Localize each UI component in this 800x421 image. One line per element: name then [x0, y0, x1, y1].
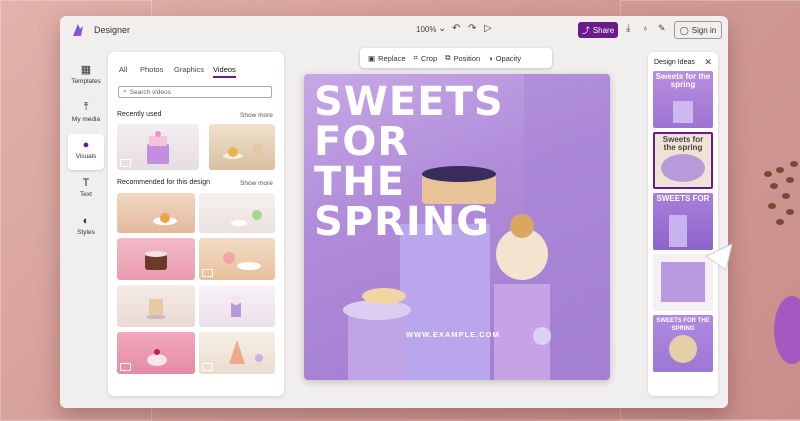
rail-text[interactable]: T Text [68, 172, 104, 208]
media-thumbnail[interactable] [117, 238, 195, 280]
search-input[interactable]: ⌕ Search videos [118, 86, 272, 98]
media-thumbnail[interactable] [199, 332, 275, 374]
design-ideas-title: Design Ideas [654, 59, 695, 66]
rail-label: Visuals [75, 153, 97, 160]
text-icon: T [82, 177, 90, 189]
visuals-panel: All Photos Graphics Videos ⌕ Search vide… [108, 52, 284, 396]
position-icon: ⧉ [445, 53, 451, 62]
chocolate-cake-image [145, 251, 167, 270]
idea-thumbnail-image [661, 154, 705, 182]
tab-all[interactable]: All [119, 65, 127, 74]
designer-window: Designer 100% ⌄ ↶ ↷ ▷ ⤴ Share ⤓ ♁ ✎ ◯ Si… [60, 16, 728, 408]
media-thumbnail[interactable] [117, 332, 195, 374]
layer-cake-image [146, 299, 166, 319]
search-icon: ⌕ [123, 88, 127, 95]
brush-icon[interactable]: ✎ [658, 23, 666, 34]
tart-image [153, 213, 177, 225]
share-label: Share [592, 25, 615, 35]
pastry-image [223, 144, 263, 159]
purple-cupcake-image [231, 295, 241, 317]
flower-decoration [774, 296, 800, 364]
crop-label: Crop [420, 53, 438, 63]
headline-line: THE [314, 159, 406, 205]
design-ideas-panel: Design Ideas ✕ Sweets for the spring Swe… [648, 52, 718, 396]
cupcake-image [231, 210, 262, 226]
opacity-button[interactable]: ◑ Opacity [488, 54, 521, 63]
close-icon[interactable]: ✕ [704, 57, 712, 68]
recommended-title: Recommended for this design [117, 179, 210, 186]
media-thumbnail[interactable] [209, 124, 275, 170]
canvas-headline[interactable]: SWEETS FOR THE SPRING [314, 82, 504, 242]
upload-icon: ⤒ [83, 101, 89, 113]
position-label: Position [453, 53, 481, 63]
ideas-icon[interactable]: ♁ [642, 23, 649, 33]
user-icon: ◯ [679, 25, 689, 35]
headline-line: SWEETS [314, 79, 504, 125]
app-title: Designer [94, 25, 131, 35]
rail-my-media[interactable]: ⤒ My media [68, 96, 104, 132]
replace-label: Replace [378, 53, 406, 63]
tab-photos[interactable]: Photos [140, 65, 163, 74]
idea-thumbnail-image [669, 335, 697, 363]
styles-icon: ◐ [82, 215, 90, 227]
show-more-link[interactable]: Show more [240, 180, 273, 187]
tab-graphics[interactable]: Graphics [174, 65, 204, 74]
designer-logo-icon [73, 24, 83, 36]
rail-visuals[interactable]: ● Visuals [68, 134, 104, 170]
media-thumbnail[interactable] [199, 193, 275, 233]
share-icon: ⤴ [581, 25, 590, 35]
rail-label: My media [71, 116, 101, 123]
video-badge-icon [202, 269, 213, 277]
visuals-icon: ● [82, 139, 90, 151]
search-placeholder: Search videos [129, 88, 171, 96]
headline-line: SPRING [314, 199, 491, 245]
title-bar: Designer 100% ⌄ ↶ ↷ ▷ ⤴ Share ⤓ ♁ ✎ ◯ Si… [60, 16, 728, 44]
replace-icon: ▣ [368, 53, 376, 63]
video-badge-icon [120, 159, 131, 167]
rail-templates[interactable]: ▦ Templates [68, 58, 104, 94]
idea-thumbnail-image [673, 101, 693, 123]
rail-styles[interactable]: ◐ Styles [68, 210, 104, 246]
opacity-icon: ◑ [488, 53, 493, 63]
zoom-dropdown-icon[interactable]: ⌄ [438, 23, 446, 34]
video-badge-icon [202, 363, 213, 371]
design-idea-card[interactable]: SWEETS FOR THE SPRING [653, 315, 713, 372]
redo-icon[interactable]: ↷ [468, 23, 476, 34]
play-icon[interactable]: ▷ [484, 23, 492, 34]
recently-used-title: Recently used [117, 111, 162, 118]
rail-label: Styles [77, 229, 95, 236]
media-thumbnail[interactable] [199, 238, 275, 280]
replace-button[interactable]: ▣ Replace [368, 54, 406, 63]
media-thumbnail[interactable] [117, 193, 195, 233]
tab-videos[interactable]: Videos [213, 65, 236, 78]
media-thumbnail[interactable] [117, 124, 199, 170]
coffee-beans-decoration [764, 161, 798, 225]
crop-icon: ⌗ [413, 53, 418, 62]
design-canvas[interactable]: SWEETS FOR THE SPRING WWW.EXAMPLE.COM [304, 74, 610, 380]
mouse-cursor-icon [705, 243, 733, 271]
download-icon[interactable]: ⤓ [626, 23, 630, 34]
canvas-url-text[interactable]: WWW.EXAMPLE.COM [406, 330, 500, 339]
sign-in-button[interactable]: ◯ Sign in [674, 21, 722, 39]
design-idea-card[interactable]: Sweets for the spring [653, 71, 713, 128]
design-idea-card[interactable]: Sweets for the spring [653, 132, 713, 189]
rail-label: Templates [71, 78, 101, 85]
crop-button[interactable]: ⌗ Crop [414, 53, 438, 63]
rail-label: Text [80, 191, 92, 198]
undo-icon[interactable]: ↶ [452, 23, 460, 34]
media-thumbnail[interactable] [117, 285, 195, 327]
share-button[interactable]: ⤴ Share [578, 22, 618, 38]
templates-icon: ▦ [80, 64, 92, 76]
sign-in-label: Sign in [691, 25, 717, 35]
zoom-level[interactable]: 100% [416, 25, 436, 34]
video-badge-icon [120, 363, 131, 371]
headline-line: FOR [314, 119, 410, 165]
show-more-link[interactable]: Show more [240, 112, 273, 119]
image-toolbar: ▣ Replace ⌗ Crop ⧉ Position ◑ Opacity [360, 48, 552, 68]
opacity-label: Opacity [495, 53, 522, 63]
media-thumbnail[interactable] [199, 285, 275, 327]
position-button[interactable]: ⧉ Position [445, 53, 480, 63]
